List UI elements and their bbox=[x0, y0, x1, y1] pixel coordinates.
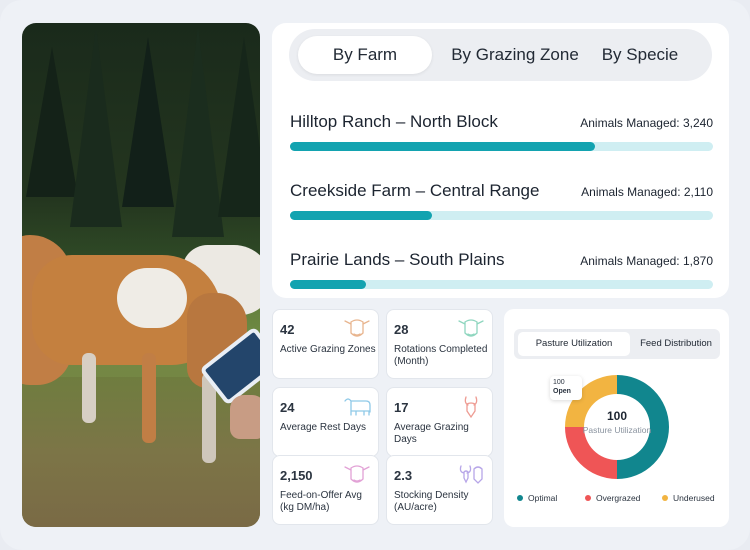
cow-icon bbox=[458, 319, 484, 337]
stat-tile-feed-on-offer: 2,150 Feed-on-Offer Avg (kg DM/ha) bbox=[272, 455, 379, 525]
stat-tile-average-grazing-days: 17 Average Grazing Days bbox=[386, 387, 493, 457]
donut-tooltip: 100 Open bbox=[550, 376, 582, 400]
cattle-photo bbox=[22, 23, 260, 527]
stat-tile-stocking-density: 2.3 Stocking Density (AU/acre) bbox=[386, 455, 493, 525]
tab-feed-distribution[interactable]: Feed Distribution bbox=[634, 332, 718, 356]
stat-label: Feed-on-Offer Avg (kg DM/ha) bbox=[280, 490, 362, 513]
tree-shape bbox=[122, 37, 174, 207]
stat-tile-average-rest-days: 24 Average Rest Days bbox=[272, 387, 379, 457]
stat-value: 2,150 bbox=[280, 468, 313, 483]
stat-tile-rotations-completed: 28 Rotations Completed (Month) bbox=[386, 309, 493, 379]
cow-icon bbox=[344, 398, 371, 416]
animals-managed-count: Animals Managed: 3,240 bbox=[580, 116, 713, 130]
cow-icon bbox=[344, 319, 370, 337]
legend-item-underused: Underused bbox=[662, 493, 715, 503]
tree-shape bbox=[218, 37, 260, 217]
legend-dot bbox=[517, 494, 523, 501]
goat-icon bbox=[459, 465, 483, 484]
tab-by-grazing-zone[interactable]: By Grazing Zone bbox=[445, 36, 585, 74]
animals-managed-count: Animals Managed: 2,110 bbox=[581, 185, 713, 199]
legend-label: Underused bbox=[673, 493, 715, 503]
stat-value: 42 bbox=[280, 322, 295, 337]
tab-by-farm[interactable]: By Farm bbox=[298, 36, 432, 74]
legend-dot bbox=[662, 494, 668, 501]
legend-item-overgrazed: Overgrazed bbox=[585, 493, 640, 503]
legend-label: Overgrazed bbox=[596, 493, 641, 503]
animals-managed-count: Animals Managed: 1,870 bbox=[580, 254, 713, 268]
farm-name: Creekside Farm – Central Range bbox=[290, 181, 540, 200]
progress-track bbox=[290, 211, 713, 220]
progress-fill bbox=[290, 211, 432, 220]
goat-icon bbox=[464, 396, 478, 419]
dashboard-frame: By Farm By Grazing Zone By Specie Hillto… bbox=[0, 0, 750, 550]
stat-value: 2.3 bbox=[394, 468, 413, 483]
stat-tile-active-grazing-zones: 42 Active Grazing Zones bbox=[272, 309, 379, 379]
stat-label: Average Grazing Days bbox=[394, 422, 469, 445]
legend-item-optimal: Optimal bbox=[517, 493, 557, 503]
tab-pasture-utilization[interactable]: Pasture Utilization bbox=[518, 332, 630, 356]
legend-dot bbox=[585, 494, 591, 501]
chart-tabs: Pasture Utilization Feed Distribution bbox=[514, 329, 720, 359]
progress-track bbox=[290, 280, 713, 289]
progress-fill bbox=[290, 280, 367, 289]
farm-name: Hilltop Ranch – North Block bbox=[290, 112, 498, 131]
progress-fill bbox=[290, 142, 595, 151]
legend-label: Optimal bbox=[528, 493, 558, 503]
stat-value: 24 bbox=[280, 400, 295, 415]
cow-icon bbox=[344, 465, 370, 483]
cow-leg bbox=[82, 353, 96, 423]
progress-track bbox=[290, 142, 713, 151]
donut-center-value: 100 bbox=[606, 409, 628, 423]
hand bbox=[230, 395, 260, 439]
donut-center-label: Pasture Utilization bbox=[582, 425, 652, 435]
cow-leg bbox=[142, 353, 156, 443]
tree-shape bbox=[172, 27, 224, 237]
farm-name: Prairie Lands – South Plains bbox=[290, 250, 505, 269]
view-tabs: By Farm By Grazing Zone By Specie bbox=[289, 29, 712, 81]
tree-shape bbox=[70, 27, 122, 227]
stat-label: Rotations Completed (Month) bbox=[394, 344, 488, 367]
tooltip-label: Open bbox=[553, 388, 571, 395]
tooltip-value: 100 bbox=[553, 379, 565, 386]
pasture-utilization-card: Pasture Utilization Feed Distribution 10… bbox=[504, 309, 729, 527]
stat-label: Active Grazing Zones bbox=[280, 344, 376, 355]
stat-label: Stocking Density (AU/acre) bbox=[394, 490, 469, 513]
farm-summary-card: By Farm By Grazing Zone By Specie Hillto… bbox=[272, 23, 729, 298]
stat-value: 17 bbox=[394, 400, 409, 415]
cow-white-patch bbox=[117, 268, 187, 328]
stat-label: Average Rest Days bbox=[280, 422, 366, 433]
tab-by-specie[interactable]: By Specie bbox=[593, 36, 687, 74]
stat-value: 28 bbox=[394, 322, 409, 337]
